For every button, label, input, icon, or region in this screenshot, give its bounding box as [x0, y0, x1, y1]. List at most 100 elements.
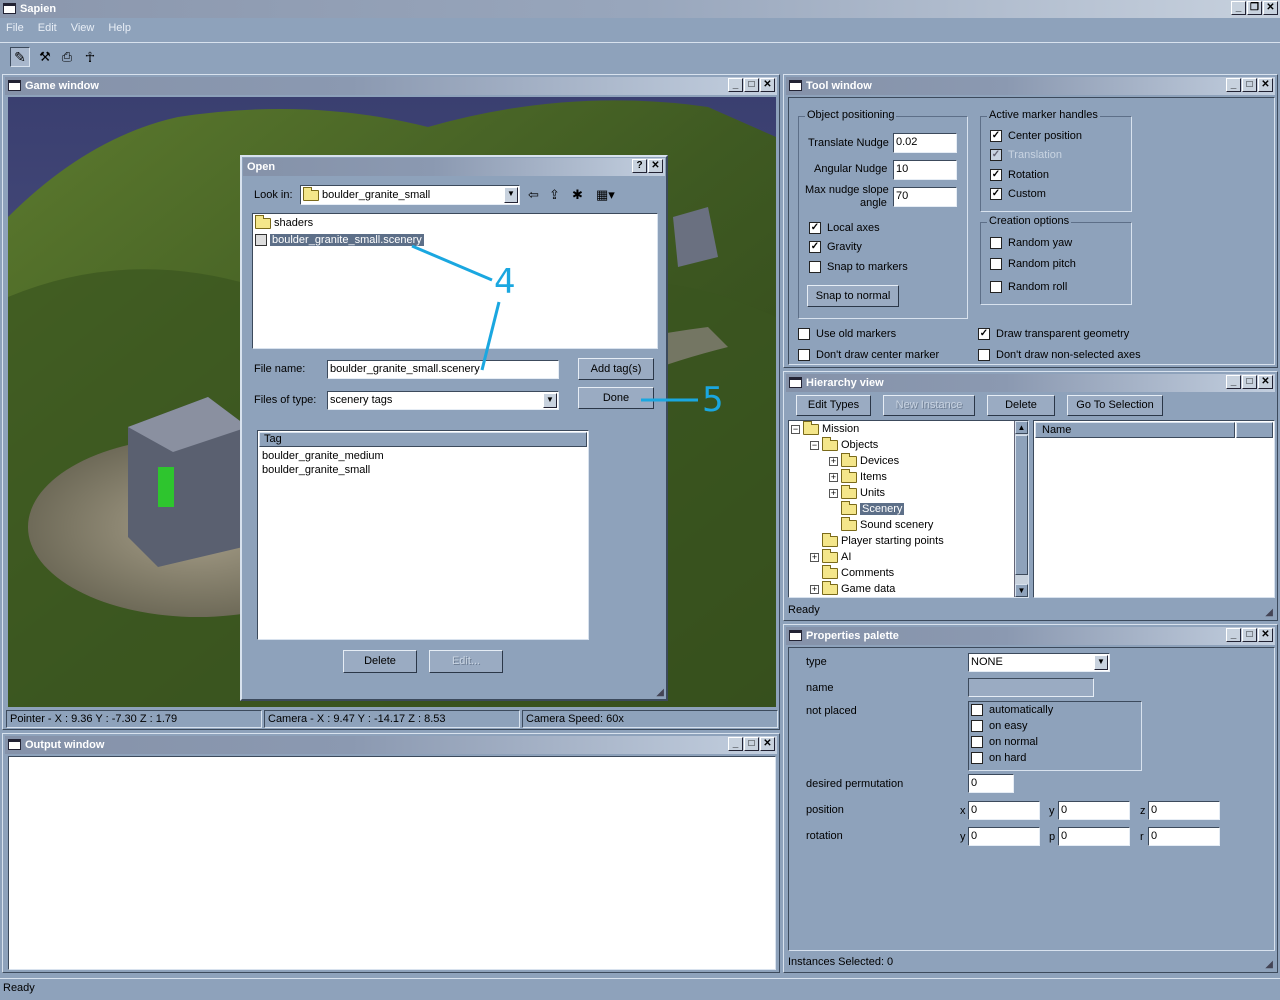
path-tool-icon[interactable]: ⚒ [35, 47, 55, 67]
dont-draw-axes-checkbox[interactable]: Don't draw non-selected axes [978, 349, 1141, 361]
expand-icon[interactable]: + [810, 552, 819, 562]
random-yaw-checkbox[interactable]: Random yaw [990, 237, 1072, 249]
tree-item-devices[interactable]: + Devices [829, 452, 899, 469]
minimize-icon[interactable]: _ [1226, 375, 1241, 389]
maximize-icon[interactable]: □ [1242, 78, 1257, 92]
tree-item-mission[interactable]: − Mission [791, 421, 859, 437]
type-dropdown[interactable]: NONE ▼ [968, 653, 1110, 672]
group-title: Object positioning [805, 109, 897, 121]
random-pitch-checkbox[interactable]: Random pitch [990, 258, 1076, 270]
minimize-icon[interactable]: _ [1226, 628, 1241, 642]
up-folder-icon[interactable]: ⇪ [549, 187, 560, 203]
tree-scrollbar[interactable]: ▲ ▼ [1014, 421, 1028, 597]
random-roll-checkbox[interactable]: Random roll [990, 281, 1067, 293]
scroll-thumb[interactable] [1015, 435, 1028, 575]
close-icon[interactable]: ✕ [760, 78, 775, 92]
close-icon[interactable]: ✕ [1258, 375, 1273, 389]
name-list[interactable]: Name [1033, 420, 1275, 598]
edit-types-button[interactable]: Edit Types [796, 395, 871, 416]
draw-transparent-checkbox[interactable]: ✓ Draw transparent geometry [978, 328, 1129, 340]
not-placed-automatically-checkbox[interactable]: automatically [971, 704, 1053, 716]
tree-item-items[interactable]: + Items [829, 468, 887, 485]
collapse-icon[interactable]: − [810, 440, 819, 450]
maximize-icon[interactable]: □ [744, 737, 759, 751]
menu-edit[interactable]: Edit [38, 18, 57, 38]
angular-nudge-input[interactable]: 10 [893, 160, 957, 180]
name-column-header[interactable]: Name [1035, 422, 1235, 438]
close-icon[interactable]: ✕ [648, 159, 663, 173]
custom-checkbox[interactable]: ✓ Custom [990, 188, 1046, 200]
maximize-icon[interactable]: □ [1242, 628, 1257, 642]
delete-button[interactable]: Delete [987, 395, 1055, 416]
expand-icon[interactable]: + [829, 472, 838, 482]
new-folder-icon[interactable]: ✱ [572, 187, 583, 203]
minimize-icon[interactable]: _ [728, 78, 743, 92]
view-menu-icon[interactable]: ▦▾ [596, 187, 615, 203]
close-icon[interactable]: ✕ [1258, 78, 1273, 92]
collapse-icon[interactable]: − [791, 424, 800, 434]
minimize-icon[interactable]: _ [728, 737, 743, 751]
minimize-icon[interactable]: _ [1226, 78, 1241, 92]
tree-item-player-starting[interactable]: Player starting points [822, 532, 944, 549]
local-axes-checkbox[interactable]: ✓ Local axes [809, 222, 880, 234]
tree-item-ai[interactable]: + AI [810, 548, 851, 565]
delete-button[interactable]: Delete [343, 650, 417, 673]
max-slope-input[interactable]: 70 [893, 187, 957, 207]
extra-column-header[interactable] [1236, 422, 1273, 438]
scroll-up-icon[interactable]: ▲ [1015, 421, 1028, 434]
menu-file[interactable]: File [6, 18, 24, 38]
expand-icon[interactable]: + [829, 456, 838, 466]
gravity-checkbox[interactable]: ✓ Gravity [809, 241, 862, 253]
chevron-down-icon[interactable]: ▼ [504, 187, 518, 203]
snap-to-normal-button[interactable]: Snap to normal [807, 285, 899, 307]
expand-icon[interactable]: + [829, 488, 838, 498]
help-icon[interactable]: ? [632, 159, 647, 173]
close-icon[interactable]: ✕ [1258, 628, 1273, 642]
dont-draw-center-checkbox[interactable]: Don't draw center marker [798, 349, 939, 361]
tree-item-scenery[interactable]: Scenery [841, 500, 905, 517]
minimize-icon[interactable]: _ [1231, 1, 1246, 15]
not-placed-hard-checkbox[interactable]: on hard [971, 752, 1026, 764]
maximize-icon[interactable]: □ [744, 78, 759, 92]
hierarchy-tree[interactable]: − Mission − Objects + Devices + Items + Units… [788, 420, 1029, 598]
rot-p-input[interactable]: 0 [1058, 827, 1130, 846]
rotation-checkbox[interactable]: ✓ Rotation [990, 169, 1049, 181]
checkbox-icon: ✓ [809, 222, 821, 234]
rot-y-input[interactable]: 0 [968, 827, 1040, 846]
maximize-icon[interactable]: □ [1242, 375, 1257, 389]
camera-tool-icon[interactable]: ⎙ [57, 47, 77, 67]
tree-item-sound-scenery[interactable]: Sound scenery [841, 516, 933, 533]
snap-markers-checkbox[interactable]: Snap to markers [809, 261, 908, 273]
pos-x-input[interactable]: 0 [968, 801, 1040, 820]
pos-z-input[interactable]: 0 [1148, 801, 1220, 820]
go-to-selection-button[interactable]: Go To Selection [1067, 395, 1163, 416]
tree-item-comments[interactable]: Comments [822, 564, 894, 581]
tree-item-game-data[interactable]: + Game data [810, 580, 895, 597]
close-icon[interactable]: ✕ [760, 737, 775, 751]
look-in-dropdown[interactable]: boulder_granite_small ▼ [300, 185, 520, 205]
center-position-checkbox[interactable]: ✓ Center position [990, 130, 1082, 142]
player-tool-icon[interactable]: ☥ [80, 47, 100, 67]
back-arrow-icon[interactable]: ⇦ [528, 187, 539, 203]
not-placed-easy-checkbox[interactable]: on easy [971, 720, 1028, 732]
translate-nudge-input[interactable]: 0.02 [893, 133, 957, 153]
chevron-down-icon[interactable]: ▼ [1094, 655, 1108, 670]
pencil-tool-icon[interactable]: ✎ [10, 47, 30, 67]
output-text-area[interactable] [8, 756, 776, 970]
tree-item-objects[interactable]: − Objects [810, 436, 878, 453]
expand-icon[interactable]: + [810, 584, 819, 594]
tree-item-units[interactable]: + Units [829, 484, 885, 501]
close-icon[interactable]: ✕ [1263, 1, 1278, 15]
resize-grip-icon[interactable]: ◢ [1265, 607, 1273, 618]
not-placed-normal-checkbox[interactable]: on normal [971, 736, 1038, 748]
use-old-markers-checkbox[interactable]: Use old markers [798, 328, 896, 340]
pos-y-input[interactable]: 0 [1058, 801, 1130, 820]
restore-icon[interactable]: ❐ [1247, 1, 1262, 15]
permutation-input[interactable]: 0 [968, 774, 1014, 793]
scroll-down-icon[interactable]: ▼ [1015, 584, 1028, 597]
menu-view[interactable]: View [71, 18, 95, 38]
resize-grip-icon[interactable]: ◢ [1265, 959, 1273, 970]
resize-grip-icon[interactable]: ◢ [656, 687, 664, 698]
rot-r-input[interactable]: 0 [1148, 827, 1220, 846]
menu-help[interactable]: Help [108, 18, 131, 38]
